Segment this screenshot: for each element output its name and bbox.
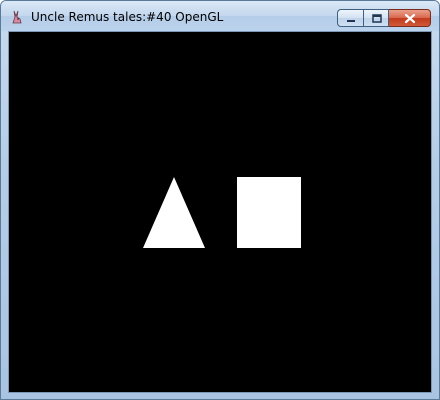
- white-square: [237, 177, 301, 248]
- scene-drawing: [143, 177, 301, 248]
- maximize-button[interactable]: [363, 9, 389, 27]
- minimize-button[interactable]: [337, 9, 363, 27]
- maximize-icon: [372, 14, 382, 23]
- close-button[interactable]: [389, 9, 431, 27]
- opengl-canvas[interactable]: [8, 31, 432, 393]
- close-icon: [404, 13, 416, 24]
- caption-buttons: [337, 9, 431, 27]
- app-window: Uncle Remus tales:#40 OpenGL: [0, 0, 440, 400]
- white-triangle: [143, 177, 205, 248]
- window-title: Uncle Remus tales:#40 OpenGL: [31, 10, 224, 24]
- rabbit-app-icon[interactable]: [9, 9, 25, 25]
- title-bar[interactable]: Uncle Remus tales:#40 OpenGL: [1, 1, 439, 31]
- minimize-icon: [347, 20, 355, 22]
